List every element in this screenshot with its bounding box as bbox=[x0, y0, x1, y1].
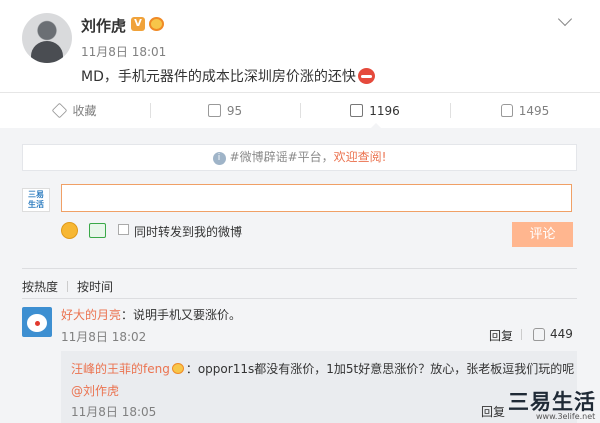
thumbs-up-icon bbox=[533, 327, 545, 341]
chevron-down-icon[interactable] bbox=[557, 11, 573, 27]
repost-count: 95 bbox=[226, 103, 243, 118]
sort-by-hot[interactable]: 按热度 bbox=[22, 280, 58, 294]
notice-link[interactable]: 欢迎查阅! bbox=[334, 150, 387, 164]
sub-comment-text: 汪峰的王菲的feng ：oppor11s都没有涨价，1加5t好意思涨价？放心，张老… bbox=[71, 360, 574, 377]
member-crown-icon bbox=[171, 363, 184, 374]
comment-count: 1196 bbox=[369, 103, 400, 118]
comment-button[interactable]: 1196 bbox=[300, 93, 450, 129]
post-action-bar: 收藏 95 1196 1495 bbox=[0, 93, 600, 129]
comment-icon bbox=[350, 104, 364, 117]
submit-comment-button[interactable]: 评论 bbox=[512, 222, 573, 247]
repost-button[interactable]: 95 bbox=[150, 93, 300, 128]
comment-content: ：说明手机又要涨价。 bbox=[121, 308, 242, 322]
divider bbox=[22, 298, 577, 299]
sort-by-time[interactable]: 按时间 bbox=[77, 280, 113, 294]
info-icon: i bbox=[212, 152, 226, 165]
post-time[interactable]: 11月8日 18:01 bbox=[81, 43, 166, 60]
member-crown-icon bbox=[149, 17, 164, 31]
commenter-name[interactable]: 好大的月亮 bbox=[61, 308, 121, 322]
comment-text: 好大的月亮：说明手机又要涨价。 bbox=[61, 306, 241, 323]
comment-like-button[interactable]: 449 bbox=[533, 327, 573, 341]
sub-comment-time: 11月8日 18:05 bbox=[71, 405, 157, 419]
sort-separator bbox=[67, 281, 69, 292]
site-watermark: 三易生活 www.3elife.net bbox=[500, 386, 600, 423]
favorite-label: 收藏 bbox=[72, 104, 97, 118]
angry-emoji-icon bbox=[357, 68, 375, 84]
verified-badge-icon: V bbox=[131, 17, 145, 31]
comment-input[interactable] bbox=[61, 184, 572, 212]
logo-bottom-text: 生活 bbox=[28, 200, 44, 209]
forward-label[interactable]: 同时转发到我的微博 bbox=[134, 223, 242, 240]
post-text-content: MD，手机元器件的成本比深圳房价涨的还快 bbox=[81, 69, 356, 85]
sub-commenter-name[interactable]: 汪峰的王菲的feng bbox=[71, 362, 170, 376]
commenter-avatar[interactable] bbox=[22, 307, 52, 337]
weibo-post: 刘作虎 V 11月8日 18:01 MD，手机元器件的成本比深圳房价涨的还快 收… bbox=[0, 0, 600, 129]
emoji-icon[interactable] bbox=[61, 222, 78, 239]
divider bbox=[521, 329, 522, 340]
notice-text: #微博辟谣#平台， bbox=[229, 150, 334, 164]
sort-tabs: 按热度 按时间 bbox=[22, 278, 113, 295]
favorite-button[interactable]: 收藏 bbox=[0, 93, 150, 128]
post-text: MD，手机元器件的成本比深圳房价涨的还快 bbox=[81, 66, 375, 86]
divider bbox=[22, 268, 577, 269]
comment-like-count: 449 bbox=[550, 327, 573, 341]
watermark-url: www.3elife.net bbox=[536, 412, 596, 421]
thumbs-up-icon bbox=[500, 104, 513, 117]
author-name[interactable]: 刘作虎 bbox=[81, 15, 126, 36]
like-count: 1495 bbox=[518, 103, 550, 118]
like-button[interactable]: 1495 bbox=[450, 93, 600, 128]
comment-reply-button[interactable]: 回复 bbox=[489, 327, 513, 344]
mention-link[interactable]: @刘作虎 bbox=[71, 382, 119, 399]
rumor-notice: i #微博辟谣#平台，欢迎查阅! bbox=[22, 144, 577, 171]
logo-top-text: 三易 bbox=[28, 190, 44, 199]
comment-time: 11月8日 18:02 bbox=[61, 330, 147, 344]
author-avatar[interactable] bbox=[22, 13, 72, 63]
image-icon[interactable] bbox=[89, 223, 106, 238]
current-user-avatar: 三易 生活 bbox=[22, 188, 50, 212]
comment-panel: i #微博辟谣#平台，欢迎查阅! 三易 生活 同时转发到我的微博 评论 按热度 按时… bbox=[0, 128, 600, 423]
sub-comment-content: ：oppor11s都没有涨价，1加5t好意思涨价？放心，张老板逗我们玩的呢 bbox=[185, 362, 575, 376]
forward-checkbox[interactable] bbox=[118, 224, 129, 235]
star-icon bbox=[52, 102, 68, 119]
share-icon bbox=[207, 104, 221, 117]
